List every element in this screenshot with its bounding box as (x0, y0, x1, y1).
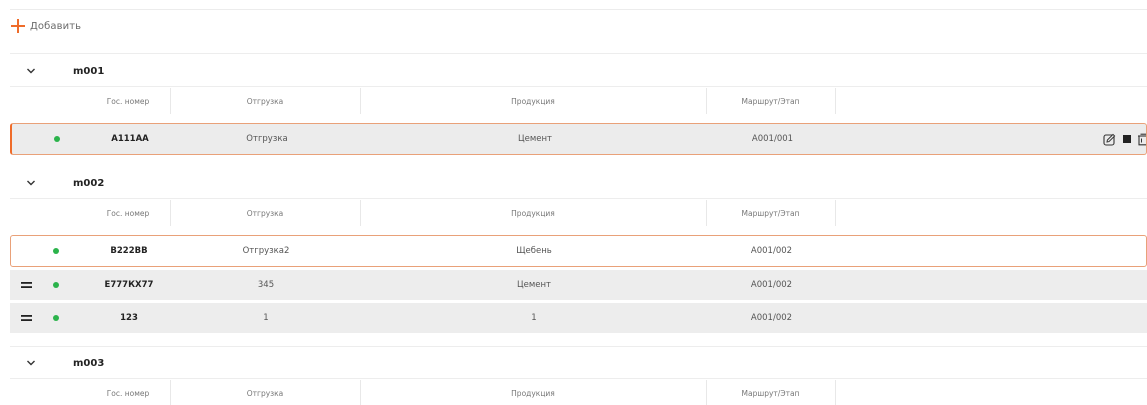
page: Добавить m001 Гос. номер Отгрузка Продук… (0, 0, 1147, 405)
status-dot-icon (53, 315, 59, 321)
divider (10, 53, 1147, 54)
chevron-down-icon[interactable] (26, 67, 36, 75)
cell-plate: В222ВВ (110, 246, 148, 256)
stop-icon[interactable] (1122, 134, 1132, 144)
cell-plate: А111АА (111, 134, 149, 144)
column-header-row: Гос. номер Отгрузка Продукция Маршрут/Эт… (10, 378, 1147, 405)
cell-product: Цемент (517, 280, 551, 290)
column-header-plate[interactable]: Гос. номер (88, 86, 168, 116)
cell-route: A001/002 (750, 246, 793, 256)
column-separator (835, 380, 836, 405)
cell-product: Цемент (518, 134, 552, 144)
drag-handle-icon[interactable] (21, 315, 32, 321)
table-row[interactable]: 123 1 1 A001/002 (10, 303, 1147, 333)
column-header-product[interactable]: Продукция (360, 378, 706, 405)
cell-shipment: Отгрузка2 (242, 246, 290, 256)
cell-shipment: 345 (257, 280, 275, 290)
cell-product: Щебень (516, 246, 552, 256)
group-name: m001 (73, 65, 105, 77)
group-name: m003 (73, 357, 105, 369)
column-header-route[interactable]: Маршрут/Этап (706, 198, 835, 228)
column-header-product[interactable]: Продукция (360, 86, 706, 116)
group-header-m002[interactable]: m002 (10, 168, 1147, 198)
column-header-plate[interactable]: Гос. номер (88, 378, 168, 405)
cell-plate: 123 (120, 313, 138, 323)
chevron-down-icon[interactable] (26, 359, 36, 367)
chevron-down-icon[interactable] (26, 179, 36, 187)
column-header-shipment[interactable]: Отгрузка (170, 86, 360, 116)
row-actions (1103, 124, 1146, 154)
cell-shipment: 1 (263, 313, 269, 323)
column-header-plate[interactable]: Гос. номер (88, 198, 168, 228)
column-header-shipment[interactable]: Отгрузка (170, 378, 360, 405)
trash-icon[interactable] (1138, 133, 1146, 146)
group-header-m003[interactable]: m003 (10, 348, 1147, 378)
column-header-shipment[interactable]: Отгрузка (170, 198, 360, 228)
plus-icon (11, 19, 25, 33)
cell-route: A001/002 (750, 313, 793, 323)
column-separator (835, 88, 836, 114)
status-dot-icon (53, 282, 59, 288)
divider (10, 346, 1147, 347)
top-divider (10, 9, 1147, 10)
edit-icon[interactable] (1103, 133, 1116, 146)
cell-route: A001/001 (751, 134, 794, 144)
status-dot-icon (54, 136, 60, 142)
table-row[interactable]: А111АА Отгрузка Цемент A001/001 (10, 123, 1147, 155)
add-button[interactable]: Добавить (10, 16, 81, 36)
status-dot-icon (53, 248, 59, 254)
column-header-route[interactable]: Маршрут/Этап (706, 378, 835, 405)
column-header-product[interactable]: Продукция (360, 198, 706, 228)
add-button-label: Добавить (30, 20, 82, 32)
column-separator (835, 200, 836, 226)
table-row[interactable]: Е777КХ77 345 Цемент A001/002 (10, 270, 1147, 300)
column-header-row: Гос. номер Отгрузка Продукция Маршрут/Эт… (10, 198, 1147, 228)
cell-route: A001/002 (750, 280, 793, 290)
group-name: m002 (73, 177, 105, 189)
column-header-row: Гос. номер Отгрузка Продукция Маршрут/Эт… (10, 86, 1147, 116)
group-header-m001[interactable]: m001 (10, 56, 1147, 86)
cell-product: 1 (531, 313, 537, 323)
drag-handle-icon[interactable] (21, 282, 32, 288)
column-header-route[interactable]: Маршрут/Этап (706, 86, 835, 116)
table-row[interactable]: В222ВВ Отгрузка2 Щебень A001/002 (10, 235, 1147, 267)
cell-shipment: Отгрузка (246, 134, 288, 144)
cell-plate: Е777КХ77 (104, 280, 154, 290)
